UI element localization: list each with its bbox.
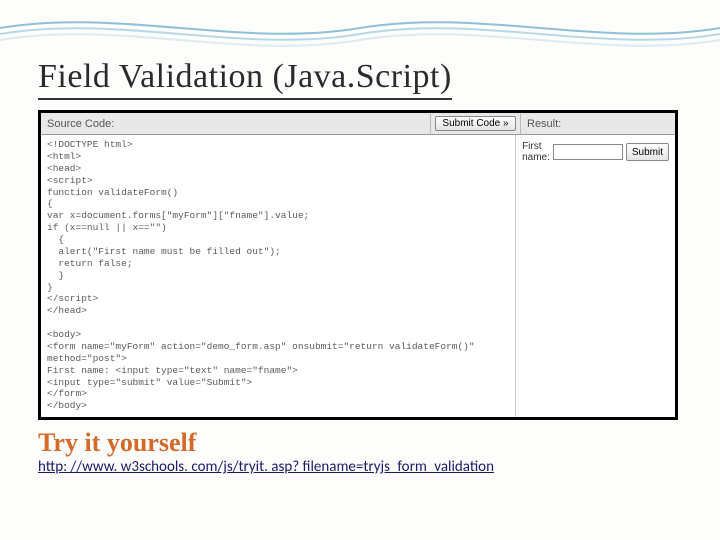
try-it-yourself-heading: Try it yourself: [38, 428, 682, 458]
tryit-url-link[interactable]: http: //www. w3schools. com/js/tryit. as…: [38, 458, 494, 476]
tryit-editor: Source Code: Submit Code » Result: <!DOC…: [38, 110, 678, 420]
source-code-pane[interactable]: <!DOCTYPE html> <html> <head> <script> f…: [41, 135, 516, 417]
editor-header: Source Code: Submit Code » Result:: [41, 113, 675, 135]
result-submit-button[interactable]: Submit: [626, 143, 669, 161]
slide-title: Field Validation (Java.Script): [38, 58, 452, 100]
submit-code-button[interactable]: Submit Code »: [435, 116, 515, 131]
result-label: Result:: [521, 113, 675, 134]
firstname-input[interactable]: [553, 144, 623, 160]
firstname-label: First name:: [522, 141, 550, 163]
source-code-label: Source Code:: [41, 113, 431, 134]
source-code-text: <!DOCTYPE html> <html> <head> <script> f…: [47, 139, 509, 417]
result-pane: First name: Submit: [516, 135, 675, 417]
